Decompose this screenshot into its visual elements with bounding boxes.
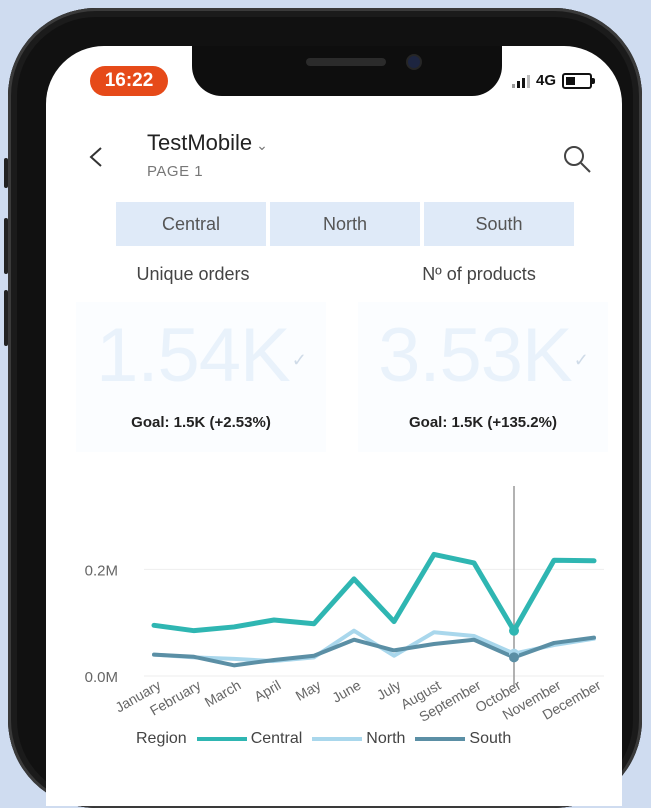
volume-down-button	[4, 290, 8, 346]
legend-swatch-north	[312, 737, 363, 741]
kpi-label-unique-orders: Unique orders	[136, 264, 250, 284]
x-tick-label: June	[329, 677, 363, 706]
region-slicer: Central North South	[116, 202, 574, 246]
data-point-central	[509, 625, 519, 636]
check-icon: ✓	[291, 350, 307, 371]
x-tick-label: April	[251, 677, 283, 705]
legend-swatch-central	[196, 737, 247, 741]
kpi-value-unique-orders: 1.54K ✓	[96, 313, 307, 398]
search-icon[interactable]	[562, 144, 592, 174]
check-icon: ✓	[573, 350, 589, 371]
status-time: 16:22	[90, 66, 168, 96]
back-arrow-icon[interactable]	[86, 146, 108, 168]
kpi-goal-products: Goal: 1.5K (+135.2%)	[409, 414, 557, 431]
slicer-item-south[interactable]: South	[424, 202, 574, 246]
report-header: TestMobile ⌄ PAGE 1	[46, 116, 622, 192]
phone-frame: 16:22 4G TestMobile ⌄ PAGE 1 Central Nort…	[4, 8, 642, 808]
notch	[192, 46, 502, 96]
front-camera	[408, 56, 420, 68]
report-title: TestMobile	[147, 130, 253, 155]
signal-icon	[511, 74, 530, 88]
chevron-down-icon: ⌄	[256, 137, 268, 153]
kpi-goal-unique-orders: Goal: 1.5K (+2.53%)	[131, 414, 271, 431]
legend-label-central: Central	[250, 730, 303, 747]
report-title-dropdown[interactable]: TestMobile ⌄	[147, 130, 268, 156]
kpi-label-products: Nº of products	[422, 264, 536, 284]
legend-label-south: South	[469, 730, 512, 747]
battery-icon	[562, 72, 595, 89]
volume-up-button	[4, 218, 8, 274]
y-tick-label: 0.0M	[85, 669, 118, 686]
kpi-card-unique-orders[interactable]: 1.54K ✓ Goal: 1.5K (+2.53%)	[76, 302, 326, 452]
legend-title: Region	[136, 730, 187, 747]
network-label: 4G	[535, 72, 556, 89]
y-tick-label: 0.2M	[85, 562, 118, 579]
legend-item-south[interactable]: South	[415, 730, 511, 748]
x-tick-label: March	[202, 677, 244, 710]
slicer-item-north[interactable]: North	[270, 202, 420, 246]
legend-item-north[interactable]: North	[312, 730, 405, 748]
kpi-value-products: 3.53K ✓	[378, 313, 589, 398]
sales-line-chart[interactable]: 0.2M0.0MJanuaryFebruaryMarch April May June…	[46, 476, 622, 726]
series-line-central	[151, 551, 597, 634]
chart-legend: Region Central North South	[136, 730, 511, 748]
x-tick-label: May	[293, 677, 324, 704]
mute-switch	[4, 158, 8, 188]
legend-item-central[interactable]: Central	[196, 730, 303, 748]
slicer-item-central[interactable]: Central	[116, 202, 266, 246]
data-point-south	[509, 652, 519, 663]
page-label: PAGE 1	[147, 163, 204, 180]
kpi-card-products[interactable]: 3.53K ✓ Goal: 1.5K (+135.2%)	[358, 302, 608, 452]
legend-swatch-south	[415, 737, 466, 741]
legend-label-north: North	[366, 730, 406, 747]
phone-screen: 16:22 4G TestMobile ⌄ PAGE 1 Central Nort…	[46, 46, 622, 806]
status-indicators: 4G	[511, 72, 595, 89]
speaker	[306, 58, 386, 66]
